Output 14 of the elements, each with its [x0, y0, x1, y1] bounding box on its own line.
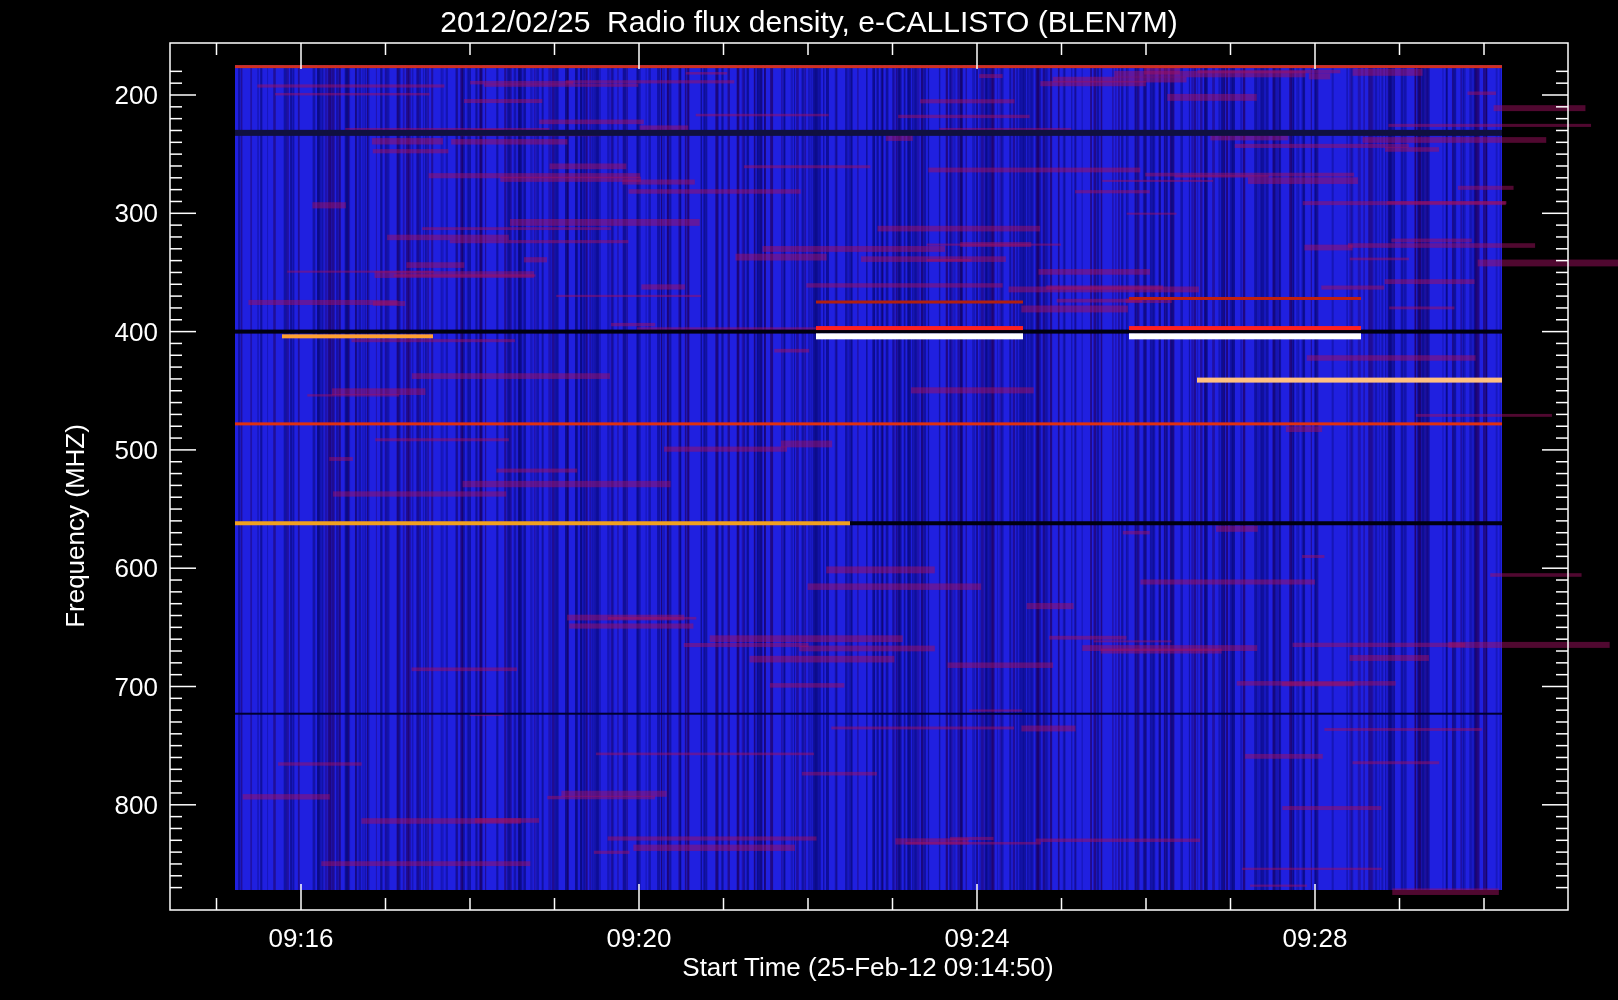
- tick-label: 300: [114, 198, 158, 229]
- tick-label: 09:16: [268, 923, 334, 953]
- tick-label: 09:20: [606, 923, 672, 953]
- tick-label: 600: [114, 553, 158, 584]
- axis-title: Frequency (MHZ): [60, 424, 90, 628]
- tick-label: 700: [114, 671, 158, 702]
- tick-label: 400: [114, 316, 158, 347]
- tick-label: 500: [114, 434, 158, 465]
- tick-label: 09:28: [1282, 923, 1348, 953]
- chart-title: 2012/02/25 Radio flux density, e-CALLISTO (BLEN7M): [440, 3, 1178, 40]
- tick-label: 800: [114, 789, 158, 820]
- tick-label: 200: [114, 80, 158, 110]
- axis-title: Start Time (25-Feb-12 09:14:50): [682, 952, 1054, 982]
- tick-label: 09:24: [944, 923, 1010, 953]
